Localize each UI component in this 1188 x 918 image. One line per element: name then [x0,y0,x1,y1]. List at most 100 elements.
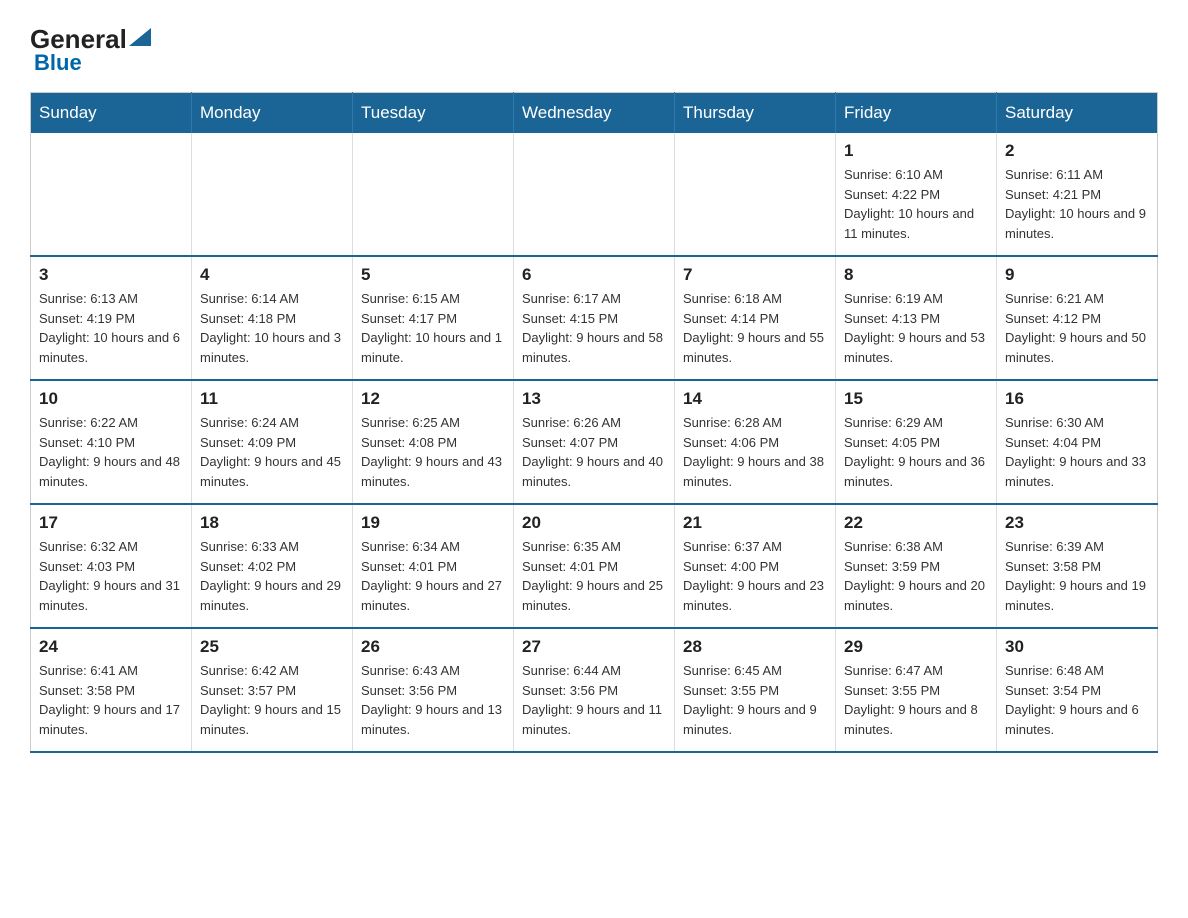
day-info: Sunrise: 6:13 AMSunset: 4:19 PMDaylight:… [39,289,183,367]
day-number: 1 [844,141,988,161]
day-number: 11 [200,389,344,409]
day-info: Sunrise: 6:21 AMSunset: 4:12 PMDaylight:… [1005,289,1149,367]
day-number: 13 [522,389,666,409]
calendar-cell: 23 Sunrise: 6:39 AMSunset: 3:58 PMDayligh… [997,504,1158,628]
calendar-cell: 1Sunrise: 6:10 AMSunset: 4:22 PMDaylight… [836,133,997,256]
day-info: Sunrise: 6:24 AMSunset: 4:09 PMDaylight:… [200,413,344,491]
day-info: Sunrise: 6:35 AMSunset: 4:01 PMDaylight:… [522,537,666,615]
logo-general-text: General [30,26,127,52]
day-number: 15 [844,389,988,409]
day-number: 8 [844,265,988,285]
calendar-cell: 18 Sunrise: 6:33 AMSunset: 4:02 PMDayligh… [192,504,353,628]
day-info: Sunrise: 6:18 AMSunset: 4:14 PMDaylight:… [683,289,827,367]
calendar-cell [514,133,675,256]
day-info: Sunrise: 6:29 AMSunset: 4:05 PMDaylight:… [844,413,988,491]
weekday-header-friday: Friday [836,93,997,134]
day-info: Sunrise: 6:42 AMSunset: 3:57 PMDaylight:… [200,661,344,739]
day-info: Sunrise: 6:22 AMSunset: 4:10 PMDaylight:… [39,413,183,491]
calendar-cell: 28 Sunrise: 6:45 AMSunset: 3:55 PMDayligh… [675,628,836,752]
calendar-cell [675,133,836,256]
day-number: 2 [1005,141,1149,161]
day-info: Sunrise: 6:39 AMSunset: 3:58 PMDaylight:… [1005,537,1149,615]
day-number: 7 [683,265,827,285]
day-number: 9 [1005,265,1149,285]
calendar-cell: 30 Sunrise: 6:48 AMSunset: 3:54 PMDayligh… [997,628,1158,752]
calendar-cell: 5 Sunrise: 6:15 AMSunset: 4:17 PMDaylight… [353,256,514,380]
calendar-cell: 12 Sunrise: 6:25 AMSunset: 4:08 PMDayligh… [353,380,514,504]
day-info: Sunrise: 6:34 AMSunset: 4:01 PMDaylight:… [361,537,505,615]
day-info: Sunrise: 6:45 AMSunset: 3:55 PMDaylight:… [683,661,827,739]
day-number: 29 [844,637,988,657]
logo-arrow-icon [129,28,151,46]
day-info: Sunrise: 6:30 AMSunset: 4:04 PMDaylight:… [1005,413,1149,491]
calendar-cell: 19 Sunrise: 6:34 AMSunset: 4:01 PMDayligh… [353,504,514,628]
calendar-week-row: 3 Sunrise: 6:13 AMSunset: 4:19 PMDaylight… [31,256,1158,380]
calendar-cell: 11 Sunrise: 6:24 AMSunset: 4:09 PMDayligh… [192,380,353,504]
day-info: Sunrise: 6:26 AMSunset: 4:07 PMDaylight:… [522,413,666,491]
day-info: Sunrise: 6:15 AMSunset: 4:17 PMDaylight:… [361,289,505,367]
calendar-cell: 15 Sunrise: 6:29 AMSunset: 4:05 PMDayligh… [836,380,997,504]
day-number: 17 [39,513,183,533]
calendar-cell [353,133,514,256]
day-number: 14 [683,389,827,409]
day-number: 5 [361,265,505,285]
day-number: 19 [361,513,505,533]
logo-blue-text: Blue [34,50,82,76]
calendar-cell: 6Sunrise: 6:17 AMSunset: 4:15 PMDaylight… [514,256,675,380]
day-number: 30 [1005,637,1149,657]
weekday-header-thursday: Thursday [675,93,836,134]
calendar-cell: 9 Sunrise: 6:21 AMSunset: 4:12 PMDaylight… [997,256,1158,380]
day-info: Sunrise: 6:19 AMSunset: 4:13 PMDaylight:… [844,289,988,367]
day-number: 24 [39,637,183,657]
day-number: 12 [361,389,505,409]
calendar-cell [192,133,353,256]
day-number: 18 [200,513,344,533]
day-info: Sunrise: 6:48 AMSunset: 3:54 PMDaylight:… [1005,661,1149,739]
calendar-week-row: 1Sunrise: 6:10 AMSunset: 4:22 PMDaylight… [31,133,1158,256]
calendar-week-row: 17 Sunrise: 6:32 AMSunset: 4:03 PMDayligh… [31,504,1158,628]
day-info: Sunrise: 6:14 AMSunset: 4:18 PMDaylight:… [200,289,344,367]
day-info: Sunrise: 6:32 AMSunset: 4:03 PMDaylight:… [39,537,183,615]
calendar-cell: 14 Sunrise: 6:28 AMSunset: 4:06 PMDayligh… [675,380,836,504]
day-info: Sunrise: 6:17 AMSunset: 4:15 PMDaylight:… [522,289,666,367]
day-number: 26 [361,637,505,657]
weekday-header-tuesday: Tuesday [353,93,514,134]
day-number: 22 [844,513,988,533]
logo: General Blue [30,20,151,76]
day-number: 27 [522,637,666,657]
day-number: 23 [1005,513,1149,533]
day-info: Sunrise: 6:37 AMSunset: 4:00 PMDaylight:… [683,537,827,615]
day-number: 16 [1005,389,1149,409]
calendar-cell: 26 Sunrise: 6:43 AMSunset: 3:56 PMDayligh… [353,628,514,752]
page-header: General Blue [30,20,1158,76]
day-number: 10 [39,389,183,409]
calendar-table: SundayMondayTuesdayWednesdayThursdayFrid… [30,92,1158,753]
calendar-cell: 20 Sunrise: 6:35 AMSunset: 4:01 PMDayligh… [514,504,675,628]
day-number: 3 [39,265,183,285]
calendar-cell: 2 Sunrise: 6:11 AMSunset: 4:21 PMDaylight… [997,133,1158,256]
calendar-cell: 21 Sunrise: 6:37 AMSunset: 4:00 PMDayligh… [675,504,836,628]
calendar-cell: 10 Sunrise: 6:22 AMSunset: 4:10 PMDayligh… [31,380,192,504]
day-info: Sunrise: 6:25 AMSunset: 4:08 PMDaylight:… [361,413,505,491]
day-info: Sunrise: 6:41 AMSunset: 3:58 PMDaylight:… [39,661,183,739]
day-number: 20 [522,513,666,533]
day-number: 21 [683,513,827,533]
day-number: 25 [200,637,344,657]
calendar-cell: 4 Sunrise: 6:14 AMSunset: 4:18 PMDaylight… [192,256,353,380]
day-number: 4 [200,265,344,285]
weekday-header-wednesday: Wednesday [514,93,675,134]
calendar-cell: 7 Sunrise: 6:18 AMSunset: 4:14 PMDaylight… [675,256,836,380]
calendar-cell: 24 Sunrise: 6:41 AMSunset: 3:58 PMDayligh… [31,628,192,752]
calendar-cell: 8 Sunrise: 6:19 AMSunset: 4:13 PMDaylight… [836,256,997,380]
day-info: Sunrise: 6:28 AMSunset: 4:06 PMDaylight:… [683,413,827,491]
calendar-header: SundayMondayTuesdayWednesdayThursdayFrid… [31,93,1158,134]
day-info: Sunrise: 6:47 AMSunset: 3:55 PMDaylight:… [844,661,988,739]
calendar-body: 1Sunrise: 6:10 AMSunset: 4:22 PMDaylight… [31,133,1158,752]
day-number: 28 [683,637,827,657]
day-info: Sunrise: 6:43 AMSunset: 3:56 PMDaylight:… [361,661,505,739]
weekday-header-sunday: Sunday [31,93,192,134]
day-info: Sunrise: 6:11 AMSunset: 4:21 PMDaylight:… [1005,165,1149,243]
calendar-cell: 17 Sunrise: 6:32 AMSunset: 4:03 PMDayligh… [31,504,192,628]
calendar-cell: 16 Sunrise: 6:30 AMSunset: 4:04 PMDayligh… [997,380,1158,504]
day-info: Sunrise: 6:33 AMSunset: 4:02 PMDaylight:… [200,537,344,615]
